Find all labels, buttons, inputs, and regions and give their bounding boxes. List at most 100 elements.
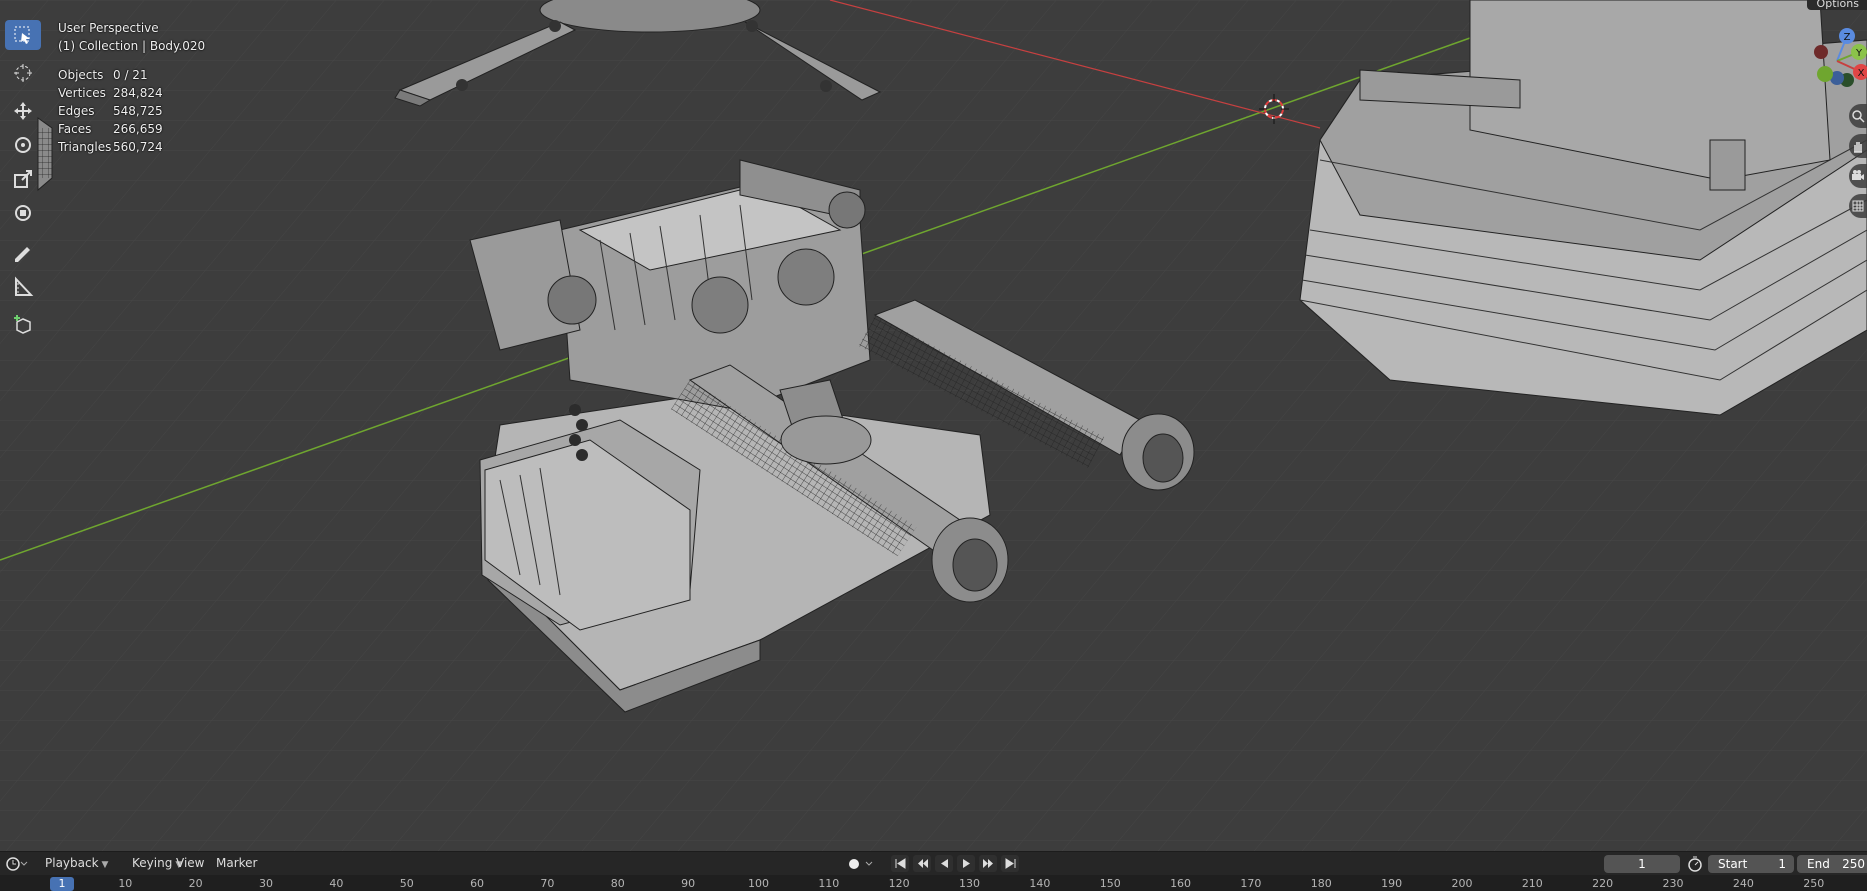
current-frame-indicator[interactable]: 1 <box>50 877 74 891</box>
ruler-tick: 170 <box>1240 877 1262 890</box>
ruler-tick: 210 <box>1521 877 1543 890</box>
measure-tool[interactable] <box>5 272 41 302</box>
jump-start-button[interactable] <box>891 855 909 872</box>
annotate-icon <box>15 247 30 262</box>
annotate-tool[interactable] <box>5 238 41 268</box>
ruler-tick: 110 <box>818 877 840 890</box>
zoom-icon <box>1852 110 1865 123</box>
next-keyframe-icon <box>982 859 993 868</box>
frame-ruler[interactable]: 10 20 30 40 50 60 70 80 90 100 110 120 130 140 150 160 1… <box>0 875 1867 891</box>
ruler-tick: 120 <box>888 877 910 890</box>
ortho-toggle-button[interactable] <box>1849 194 1867 218</box>
stat-label-objects: Objects <box>58 68 104 82</box>
camera-view-button[interactable] <box>1849 164 1867 188</box>
stat-label-edges: Edges <box>58 104 95 118</box>
current-frame-field[interactable]: 1 <box>1604 855 1680 873</box>
end-frame-field[interactable]: End 250 <box>1797 855 1867 873</box>
cursor-icon <box>14 64 32 82</box>
auto-keying-toggle[interactable] <box>846 856 876 872</box>
hand-icon <box>1854 142 1862 153</box>
play-button[interactable] <box>957 855 975 872</box>
playback-menu[interactable]: Playback ▼ <box>45 856 108 870</box>
jump-end-icon <box>1005 858 1015 869</box>
start-value: 1 <box>1778 857 1786 871</box>
zoom-button[interactable] <box>1849 104 1867 128</box>
timeline-editor: Playback ▼ Keying ▼ View Marker 1 Start 1 … <box>0 851 1867 891</box>
add-cube-tool[interactable] <box>5 310 41 340</box>
ruler-tick: 70 <box>540 877 555 890</box>
navigation-gizmo[interactable]: Z Y X <box>1807 26 1867 96</box>
stat-value-faces: 266,659 <box>113 122 163 136</box>
view-menu[interactable]: View <box>176 856 204 870</box>
x-neg-axis-icon <box>1814 45 1828 59</box>
scale-icon <box>14 170 32 188</box>
jump-end-button[interactable] <box>1001 855 1019 872</box>
move-icon <box>14 102 32 120</box>
editor-type-button[interactable] <box>6 856 28 872</box>
pan-button[interactable] <box>1849 134 1867 158</box>
clock-icon <box>6 857 28 871</box>
stat-label-triangles: Triangles <box>58 140 112 154</box>
stat-value-objects: 0 / 21 <box>113 68 148 82</box>
play-reverse-button[interactable] <box>935 855 953 872</box>
stat-value-edges: 548,725 <box>113 104 163 118</box>
use-preview-range-button[interactable] <box>1686 856 1704 872</box>
end-value: 250 <box>1842 857 1865 871</box>
z-axis-label: Z <box>1844 32 1851 43</box>
rotate-tool[interactable] <box>5 130 41 160</box>
scene-canvas[interactable] <box>0 0 1867 851</box>
ruler-tick: 30 <box>259 877 273 890</box>
add-cube-icon <box>14 315 31 334</box>
jump-start-icon <box>895 858 905 869</box>
rotate-icon <box>15 137 31 153</box>
prev-keyframe-button[interactable] <box>913 855 931 872</box>
keying-menu[interactable]: Keying ▼ <box>132 856 182 870</box>
transform-tool[interactable] <box>5 198 41 228</box>
record-icon <box>849 859 873 869</box>
ruler-tick: 150 <box>1099 877 1121 890</box>
next-keyframe-button[interactable] <box>979 855 997 872</box>
ruler-tick: 90 <box>681 877 696 890</box>
ruler-tick: 200 <box>1451 877 1473 890</box>
view-title: User Perspective <box>58 21 159 35</box>
options-button[interactable]: Options <box>1806 0 1867 10</box>
end-label: End <box>1807 857 1830 871</box>
ruler-tick: 250 <box>1803 877 1825 890</box>
marker-menu[interactable]: Marker <box>216 856 257 870</box>
measure-icon <box>15 276 34 296</box>
start-frame-field[interactable]: Start 1 <box>1708 855 1794 873</box>
timeline-header: Playback ▼ Keying ▼ View Marker 1 Start 1 … <box>0 851 1867 876</box>
x-axis-label: X <box>1858 68 1865 79</box>
cursor-tool[interactable] <box>5 58 41 88</box>
scale-tool[interactable] <box>5 164 41 194</box>
y-axis-label: Y <box>1855 48 1863 59</box>
camera-icon <box>1852 170 1864 180</box>
ruler-tick: 80 <box>610 877 625 890</box>
stat-label-faces: Faces <box>58 122 92 136</box>
stat-value-triangles: 560,724 <box>113 140 163 154</box>
playback-controls <box>891 855 1019 872</box>
play-reverse-icon <box>940 859 948 868</box>
ruler-tick: 130 <box>959 877 980 890</box>
ruler-tick: 40 <box>329 877 344 890</box>
select-box-icon <box>14 26 30 44</box>
start-label: Start <box>1718 857 1748 871</box>
ruler-tick: 10 <box>118 877 133 890</box>
ruler-tick: 220 <box>1592 877 1614 890</box>
stopwatch-icon <box>1688 856 1702 872</box>
collection-label: (1) Collection | Body.020 <box>58 39 206 53</box>
3d-viewport[interactable]: User Perspective (1) Collection | Body.0… <box>0 0 1867 851</box>
ruler-tick: 180 <box>1310 877 1332 890</box>
ruler-tick: 190 <box>1381 877 1403 890</box>
select-box-tool[interactable] <box>5 20 41 50</box>
move-tool[interactable] <box>5 96 41 126</box>
ruler-tick: 140 <box>1029 877 1051 890</box>
grid-icon <box>1852 200 1864 212</box>
ruler-tick: 60 <box>470 877 485 890</box>
ruler-tick: 50 <box>399 877 414 890</box>
transform-icon <box>15 205 31 221</box>
ruler-tick: 160 <box>1170 877 1192 890</box>
play-icon <box>962 859 970 868</box>
ruler-tick: 100 <box>747 877 769 890</box>
ruler-tick: 20 <box>188 877 203 890</box>
